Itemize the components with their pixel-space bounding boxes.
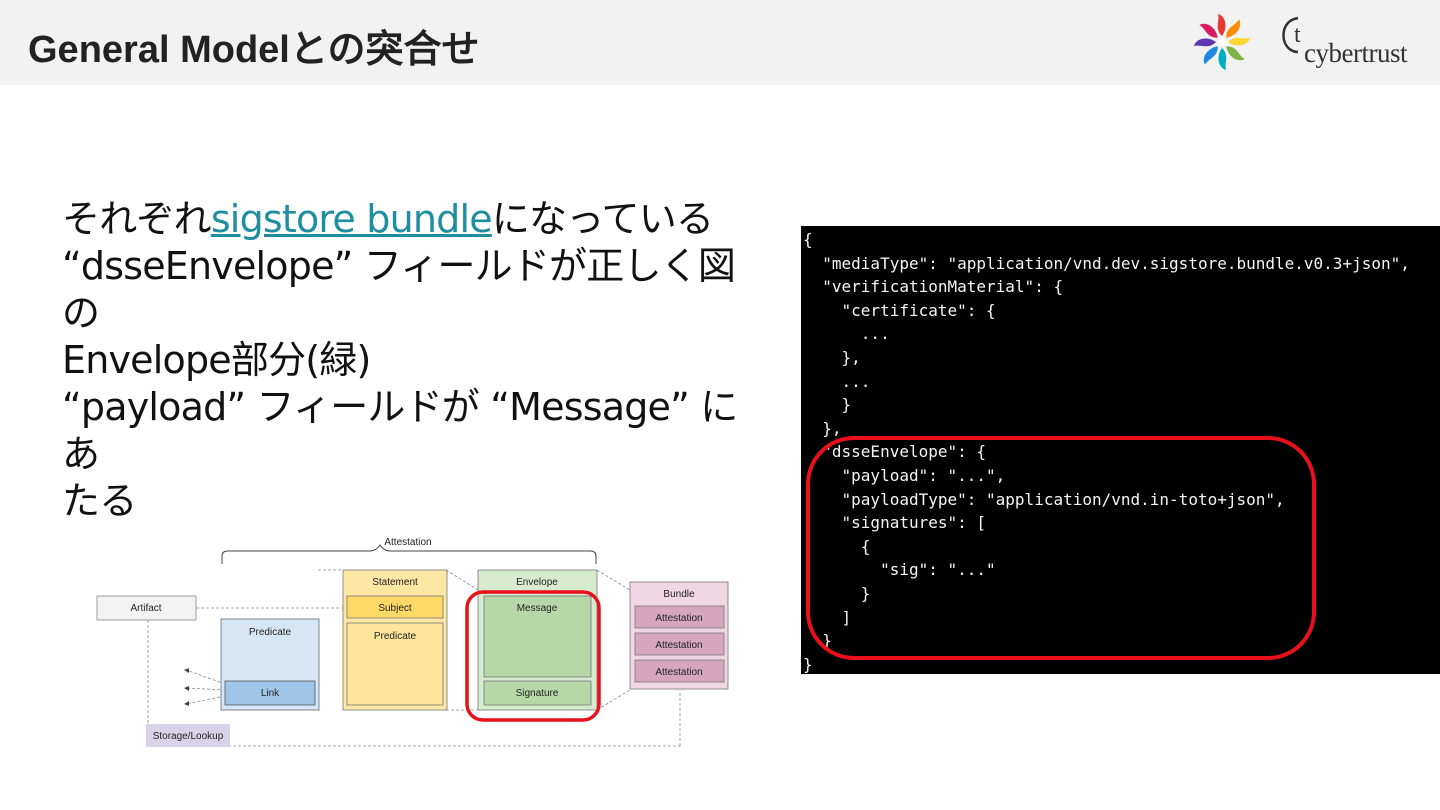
code-line: }: [803, 654, 813, 674]
description-text: それぞれsigstore bundleになっている “dsseEnvelope”…: [62, 196, 752, 525]
description-line-1: それぞれsigstore bundleになっている: [62, 197, 714, 241]
dsse-envelope-highlight: [806, 436, 1316, 660]
attestation-model-diagram: Attestation Artifact Predicate Link Stor…: [96, 537, 729, 747]
attestation-brace-label: Attestation: [384, 537, 431, 548]
code-line: {: [803, 230, 813, 249]
flower-logo-icon: [1194, 14, 1250, 70]
sigstore-bundle-link[interactable]: sigstore bundle: [211, 197, 493, 241]
bundle-label: Bundle: [663, 589, 695, 600]
envelope-label: Envelope: [516, 577, 558, 588]
code-line: },: [803, 347, 861, 367]
code-line: },: [803, 418, 842, 438]
artifact-label: Artifact: [130, 603, 161, 614]
code-line: ...: [803, 324, 890, 344]
code-line: "verificationMaterial": {: [803, 277, 1064, 297]
code-line: "mediaType": "application/vnd.dev.sigsto…: [803, 253, 1410, 273]
statement-label: Statement: [372, 577, 418, 588]
subject-label: Subject: [378, 603, 412, 614]
predicate-label: Predicate: [374, 631, 417, 642]
link-label: Link: [261, 688, 280, 699]
description-line-5: たる: [62, 479, 137, 523]
bundle-attestation-label-3: Attestation: [655, 667, 702, 678]
message-label: Message: [517, 603, 558, 614]
header-bar: General Modelとの突合せ t cybertrust: [0, 0, 1440, 85]
predicate-left-label: Predicate: [249, 627, 292, 638]
description-line-4: “payload” フィールドが “Message” にあ: [62, 385, 738, 476]
page-title: General Modelとの突合せ: [28, 29, 480, 71]
code-line: ...: [803, 371, 871, 391]
bundle-attestation-label-2: Attestation: [655, 640, 702, 651]
code-line: "certificate": {: [803, 300, 996, 320]
svg-text:t: t: [1294, 22, 1301, 48]
cybertrust-logo-text: cybertrust: [1304, 38, 1407, 68]
code-line: }: [803, 395, 852, 415]
description-line-3: Envelope部分(緑): [62, 338, 371, 382]
description-line-2: “dsseEnvelope” フィールドが正しく図の: [62, 244, 736, 335]
signature-label: Signature: [516, 688, 559, 699]
bundle-attestation-label-1: Attestation: [655, 613, 702, 624]
cybertrust-logo: t cybertrust: [1278, 10, 1426, 70]
storage-lookup-label: Storage/Lookup: [153, 731, 224, 742]
